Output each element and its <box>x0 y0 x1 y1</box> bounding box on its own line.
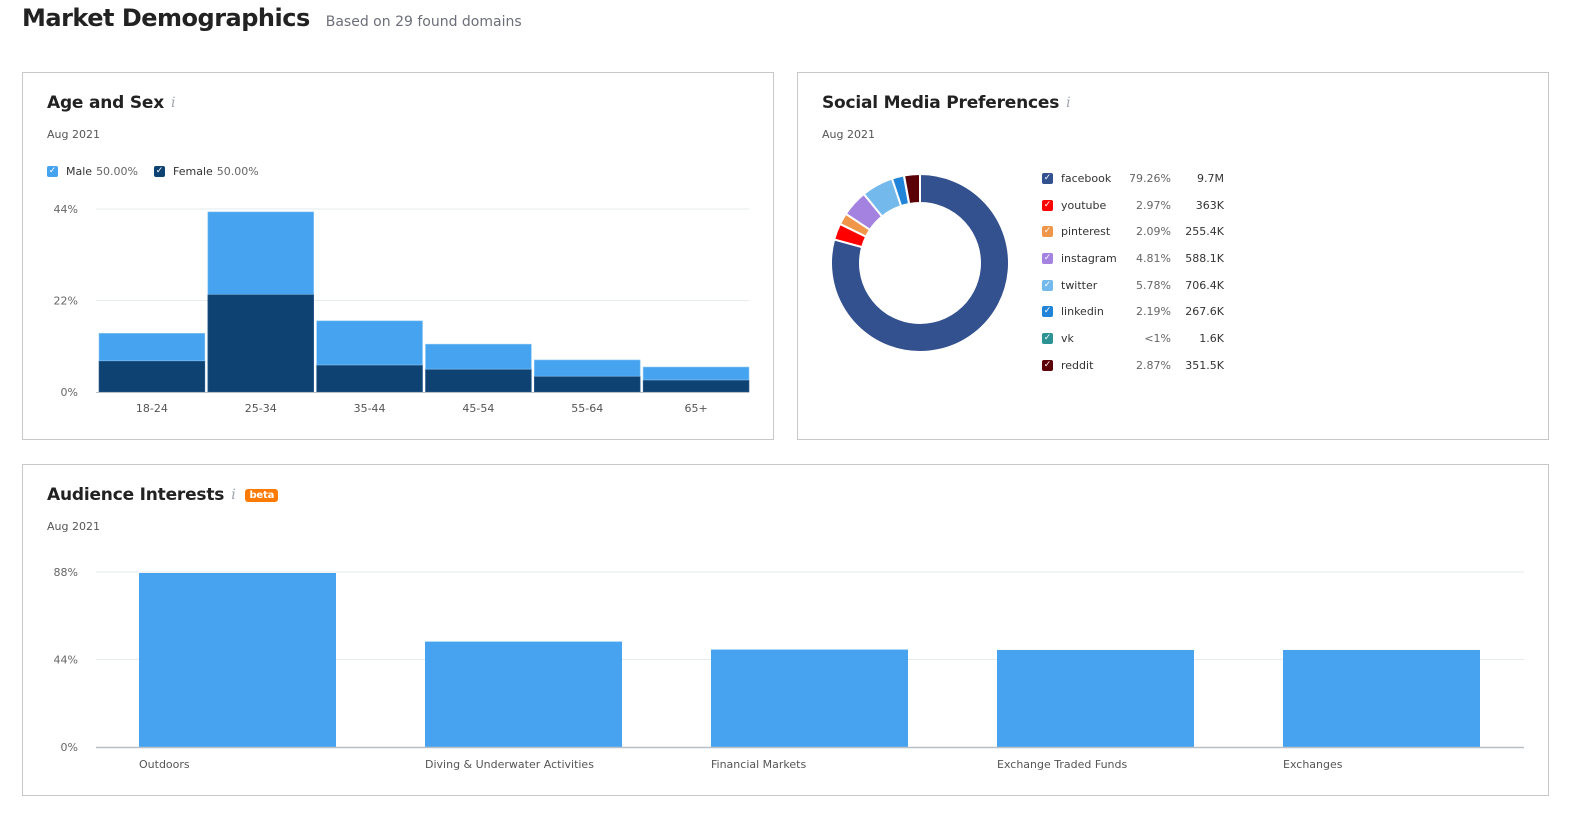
bar-female-25-34[interactable] <box>207 293 314 393</box>
bar-female-18-24[interactable] <box>98 360 206 393</box>
social-percent: 2.19% <box>1136 305 1171 319</box>
social-count: 363K <box>1195 198 1224 212</box>
bar-female-55-64[interactable] <box>534 375 641 393</box>
x-tick-label: 25-34 <box>245 402 277 415</box>
y-tick-label: 44% <box>54 203 78 216</box>
age-sex-chart: 0% 22% 44% 18-24 25-34 35-44 45-54 55-64 65+ <box>54 203 750 415</box>
social-legend-item-youtube[interactable]: ✓ youtube 2.97% 363K <box>1042 192 1224 219</box>
social-count: 9.7M <box>1197 171 1224 185</box>
x-tick-label: 35-44 <box>354 402 386 415</box>
bar-male-25-34[interactable] <box>207 211 314 295</box>
social-legend-item-pinterest[interactable]: ✓ pinterest 2.09% 255.4K <box>1042 218 1224 245</box>
y-tick-label: 44% <box>54 654 78 667</box>
social-legend-item-instagram[interactable]: ✓ instagram 4.81% 588.1K <box>1042 245 1224 272</box>
x-tick-label: Exchange Traded Funds <box>997 758 1127 771</box>
social-percent: 4.81% <box>1136 251 1171 265</box>
social-name: reddit <box>1061 358 1094 372</box>
social-name: linkedin <box>1061 305 1104 319</box>
social-count: 706.4K <box>1185 278 1224 292</box>
social-media-title: Social Media Preferences <box>822 93 1060 113</box>
card-date: Aug 2021 <box>822 128 875 141</box>
bar-male-55-64[interactable] <box>534 359 641 377</box>
y-tick-label: 22% <box>54 295 78 308</box>
social-legend-item-vk[interactable]: ✓ vk <1% 1.6K <box>1042 325 1224 352</box>
page-subtitle: Based on 29 found domains <box>325 14 522 30</box>
social-name: instagram <box>1061 251 1117 265</box>
social-count: 351.5K <box>1185 358 1224 372</box>
audience-interests-card: Audience Interests i beta Aug 2021 0% 44%… <box>22 464 1549 796</box>
social-name: facebook <box>1061 171 1112 185</box>
x-tick-label: Financial Markets <box>711 758 806 771</box>
x-tick-label: 65+ <box>684 402 707 415</box>
checkbox-checked-icon[interactable]: ✓ <box>1042 199 1053 211</box>
checkbox-checked-icon[interactable]: ✓ <box>1042 359 1053 371</box>
bar-female-35-44[interactable] <box>316 364 423 393</box>
social-legend-item-facebook[interactable]: ✓ facebook 79.26% 9.7M <box>1042 165 1224 192</box>
bar-diving-underwater-activities[interactable] <box>425 641 622 747</box>
checkbox-checked-icon[interactable]: ✓ <box>1042 306 1053 318</box>
social-name: twitter <box>1061 278 1098 292</box>
bar-exchange-traded-funds[interactable] <box>997 649 1194 747</box>
audience-interests-chart: 0% 44% 88% Outdoors Diving & Underwater Acti… <box>54 566 1524 771</box>
bar-male-18-24[interactable] <box>98 333 206 362</box>
social-count: 267.6K <box>1185 305 1224 319</box>
social-name: pinterest <box>1061 225 1111 239</box>
social-legend-item-linkedin[interactable]: ✓ linkedin 2.19% 267.6K <box>1042 298 1224 325</box>
social-percent: 5.78% <box>1136 278 1171 292</box>
bar-male-45-54[interactable] <box>425 343 532 370</box>
social-count: 588.1K <box>1185 251 1224 265</box>
social-percent: 2.09% <box>1136 225 1171 239</box>
social-name: vk <box>1061 331 1074 345</box>
x-tick-label: 55-64 <box>571 402 603 415</box>
info-icon[interactable]: i <box>1066 95 1070 111</box>
bar-female-45-54[interactable] <box>425 368 532 393</box>
social-media-card: Social Media Preferences i Aug 2021 ✓ fac… <box>797 72 1549 440</box>
bar-outdoors[interactable] <box>139 572 336 747</box>
x-tick-label: 45-54 <box>462 402 494 415</box>
checkbox-checked-icon[interactable]: ✓ <box>1042 226 1053 238</box>
social-legend-item-reddit[interactable]: ✓ reddit 2.87% 351.5K <box>1042 352 1224 379</box>
bar-male-65+[interactable] <box>642 366 750 381</box>
social-donut-chart <box>830 172 1010 353</box>
social-percent: 2.97% <box>1136 198 1171 212</box>
social-count: 255.4K <box>1185 225 1224 239</box>
bar-female-65+[interactable] <box>642 379 750 393</box>
y-tick-label: 0% <box>61 386 78 399</box>
social-legend-item-twitter[interactable]: ✓ twitter 5.78% 706.4K <box>1042 272 1224 299</box>
bar-financial-markets[interactable] <box>711 649 908 747</box>
page-header: Market Demographics Based on 29 found do… <box>22 4 522 38</box>
checkbox-checked-icon[interactable]: ✓ <box>1042 332 1053 344</box>
checkbox-checked-icon[interactable]: ✓ <box>1042 172 1053 184</box>
social-percent: 79.26% <box>1129 171 1171 185</box>
bar-male-35-44[interactable] <box>316 320 423 366</box>
social-legend: ✓ facebook 79.26% 9.7M ✓ youtube 2.97% 363K ✓ pin… <box>1042 165 1224 379</box>
age-and-sex-card: Age and Sex i Aug 2021 ✓ Male 50.00% ✓ F… <box>22 72 774 440</box>
x-tick-label: Outdoors <box>139 758 190 771</box>
page-title: Market Demographics <box>22 4 310 32</box>
x-tick-label: 18-24 <box>136 402 168 415</box>
x-tick-label: Exchanges <box>1283 758 1343 771</box>
social-percent: 2.87% <box>1136 358 1171 372</box>
y-tick-label: 88% <box>54 566 78 579</box>
card-title: Social Media Preferences i <box>822 93 1071 113</box>
social-percent: <1% <box>1144 331 1171 345</box>
x-tick-label: Diving & Underwater Activities <box>425 758 594 771</box>
checkbox-checked-icon[interactable]: ✓ <box>1042 279 1053 291</box>
social-count: 1.6K <box>1199 331 1224 345</box>
checkbox-checked-icon[interactable]: ✓ <box>1042 252 1053 264</box>
bar-exchanges[interactable] <box>1283 649 1480 747</box>
y-tick-label: 0% <box>61 741 78 754</box>
social-name: youtube <box>1061 198 1107 212</box>
